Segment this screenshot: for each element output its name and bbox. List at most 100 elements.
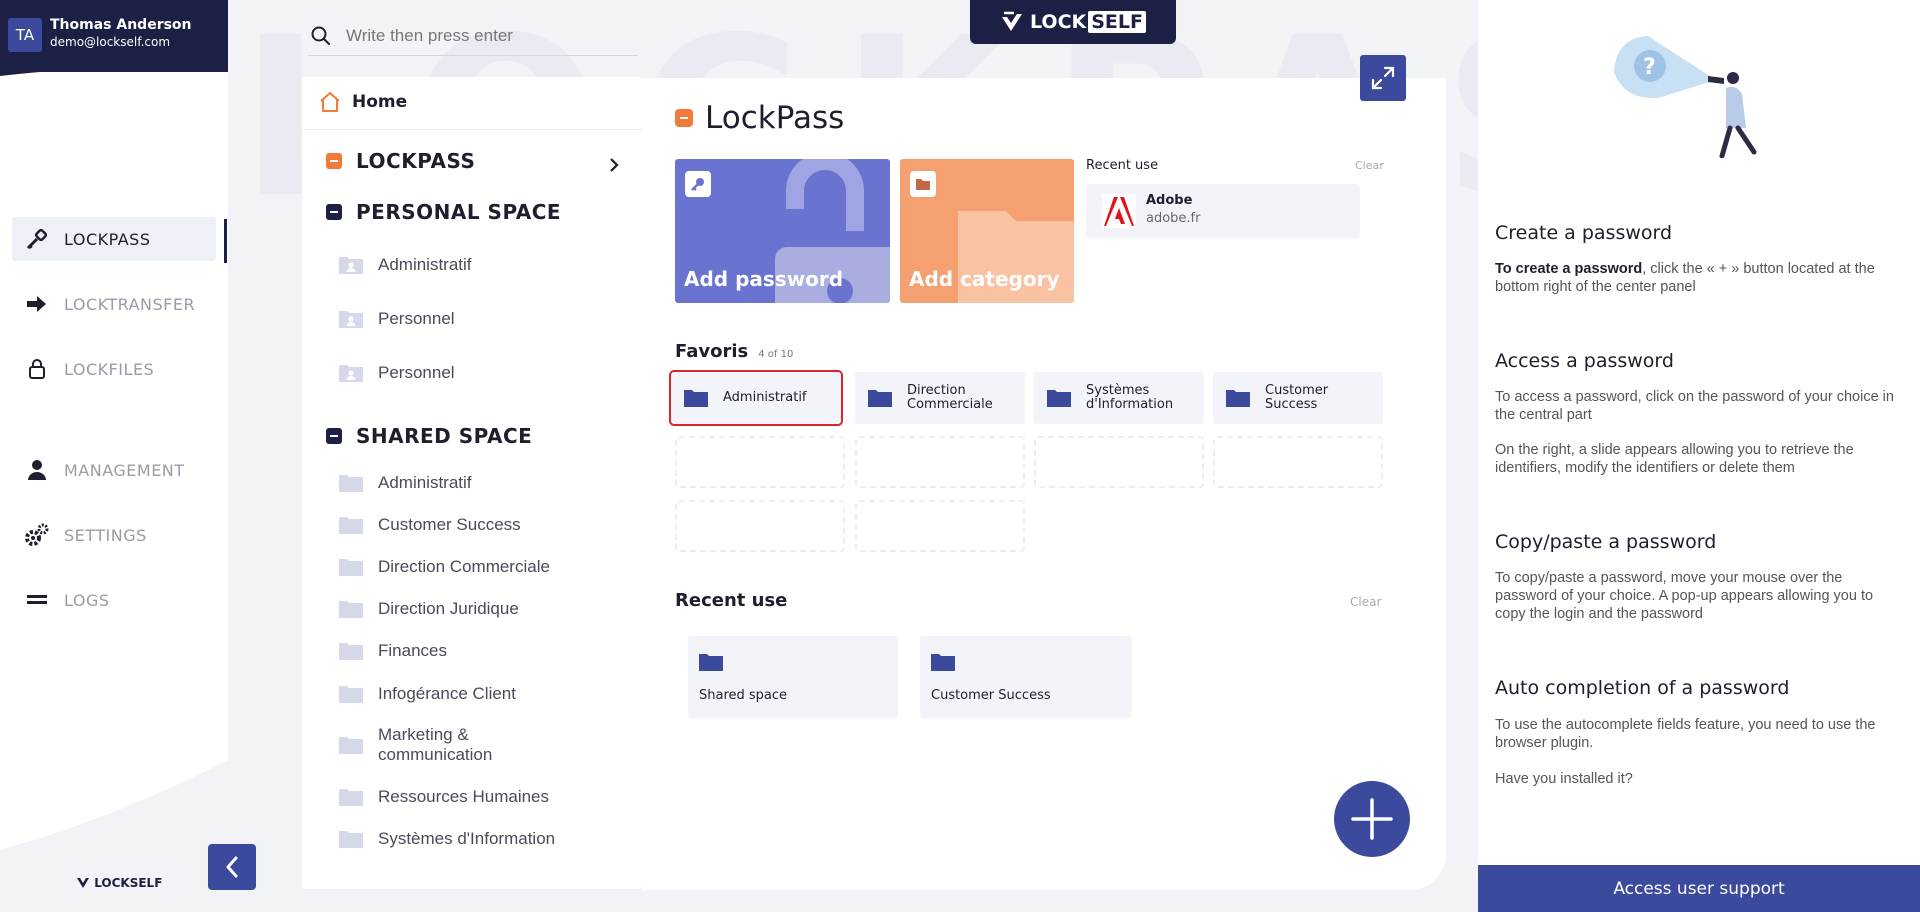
help-heading-access: Access a password xyxy=(1495,350,1674,372)
collapse-sidebar-button[interactable] xyxy=(208,844,256,890)
nav-item-label: LOCKTRANSFER xyxy=(64,294,196,314)
folder-icon xyxy=(339,789,363,806)
favorite-empty-slot xyxy=(855,436,1025,488)
recent-password-name: Adobe xyxy=(1146,193,1193,208)
nav-item-management[interactable]: MANAGEMENT xyxy=(12,448,216,492)
plus-icon xyxy=(1351,798,1393,840)
nav-item-label: LOCKPASS xyxy=(64,229,151,249)
folder-icon xyxy=(339,643,363,660)
recent-use-top-clear[interactable]: Clear xyxy=(1355,159,1384,172)
recent-item-shared-space[interactable]: Shared space xyxy=(688,636,898,718)
tree-item-shared-systemes-information[interactable]: Systèmes d'Information xyxy=(338,829,555,849)
favorite-item-administratif[interactable]: Administratif xyxy=(669,370,843,426)
chevron-left-icon xyxy=(226,856,238,878)
folder-icon xyxy=(684,390,708,407)
nav-active-indicator xyxy=(224,219,227,263)
recent-use-top-label: Recent use xyxy=(1086,158,1159,173)
access-user-support-button[interactable]: Access user support xyxy=(1478,865,1920,912)
folder-icon xyxy=(1226,390,1250,407)
help-text-autocomplete-2: Have you installed it? xyxy=(1495,771,1633,787)
tree-item-personal-personnel-2[interactable]: Personnel xyxy=(338,363,455,383)
tree-section-label: PERSONAL SPACE xyxy=(356,200,562,224)
favorites-heading: Favoris 4 of 10 xyxy=(675,341,794,362)
nav-item-settings[interactable]: SETTINGS xyxy=(12,513,216,557)
user-bar[interactable]: TA Thomas Anderson demo@lockself.com xyxy=(0,0,228,72)
folder-icon xyxy=(868,390,892,407)
search-bar xyxy=(308,16,638,56)
nav-item-logs[interactable]: LOGS xyxy=(12,578,216,622)
nav-item-label: LOGS xyxy=(64,590,110,610)
minus-badge-icon xyxy=(326,153,342,169)
tree-item-personal-personnel[interactable]: Personnel xyxy=(338,309,455,329)
help-illustration-icon: ? xyxy=(1614,36,1757,158)
user-name: Thomas Anderson xyxy=(50,17,192,33)
lock-icon xyxy=(24,357,50,381)
folder-icon xyxy=(339,737,363,754)
gears-icon xyxy=(24,523,50,547)
folder-icon xyxy=(931,654,955,671)
tree-item-personal-administratif[interactable]: Administratif xyxy=(338,255,472,275)
folder-icon xyxy=(339,686,363,703)
tree-section-label: LOCKPASS xyxy=(356,149,476,173)
tree-section-shared[interactable]: SHARED SPACE xyxy=(326,424,532,448)
tree-section-personal[interactable]: PERSONAL SPACE xyxy=(326,200,561,224)
tree-home[interactable]: Home xyxy=(318,90,407,114)
favorite-empty-slot xyxy=(675,436,845,488)
nav-item-locktransfer[interactable]: LOCKTRANSFER xyxy=(12,282,216,326)
help-text-access-2: On the right, a slide appears allowing y… xyxy=(1495,442,1854,476)
search-input[interactable] xyxy=(346,25,636,46)
nav-item-label: SETTINGS xyxy=(64,525,147,545)
tree-item-shared-infogerance-client[interactable]: Infogérance Client xyxy=(338,684,516,704)
avatar[interactable]: TA xyxy=(8,18,42,52)
folder-icon xyxy=(339,475,363,492)
recent-password-adobe[interactable]: Adobe adobe.fr xyxy=(1086,184,1360,238)
add-password-label: Add password xyxy=(684,267,844,291)
chevron-right-icon[interactable] xyxy=(608,157,620,173)
lockself-mark-icon xyxy=(1002,11,1022,31)
tree-home-label: Home xyxy=(352,92,408,112)
svg-text:?: ? xyxy=(1643,55,1656,80)
personal-folder-icon xyxy=(339,257,363,274)
tree-item-shared-customer-success[interactable]: Customer Success xyxy=(338,515,521,535)
tree-section-label: SHARED SPACE xyxy=(356,424,533,448)
left-navigation: TA Thomas Anderson demo@lockself.com LOC… xyxy=(0,0,228,912)
nav-item-lockpass[interactable]: LOCKPASS xyxy=(12,217,216,261)
add-button[interactable] xyxy=(1334,781,1410,857)
tree-item-shared-direction-commerciale[interactable]: Direction Commerciale xyxy=(338,557,550,577)
minus-badge-icon xyxy=(326,428,342,444)
tree-section-lockpass[interactable]: LOCKPASS xyxy=(326,149,475,173)
adobe-logo-icon xyxy=(1102,194,1136,228)
add-category-tile[interactable]: Add category xyxy=(900,159,1074,303)
tree-divider xyxy=(302,129,642,130)
favorite-item-direction-commerciale[interactable]: Direction Commerciale xyxy=(855,372,1025,424)
folder-icon xyxy=(339,601,363,618)
tree-item-shared-marketing[interactable]: Marketing & communication xyxy=(338,725,538,765)
header-wave-decoration xyxy=(0,66,228,76)
nav-item-label: LOCKFILES xyxy=(64,359,155,379)
minus-badge-icon xyxy=(675,109,693,127)
favorite-empty-slot xyxy=(855,500,1025,552)
key-icon xyxy=(24,227,50,251)
recent-use-clear[interactable]: Clear xyxy=(1350,595,1381,609)
tree-item-shared-administratif[interactable]: Administratif xyxy=(338,473,472,493)
expand-icon xyxy=(1371,66,1395,90)
favorite-item-systemes-information[interactable]: Systèmes d'Information xyxy=(1034,372,1204,424)
recent-use-heading: Recent use xyxy=(675,590,788,611)
help-heading-autocomplete: Auto completion of a password xyxy=(1495,677,1790,699)
help-text-copy: To copy/paste a password, move your mous… xyxy=(1495,570,1874,622)
help-heading-copy: Copy/paste a password xyxy=(1495,531,1717,553)
favorite-item-customer-success[interactable]: Customer Success xyxy=(1213,372,1383,424)
nav-item-label: MANAGEMENT xyxy=(64,460,185,480)
nav-item-lockfiles[interactable]: LOCKFILES xyxy=(12,347,216,391)
recent-password-url: adobe.fr xyxy=(1146,211,1201,226)
home-icon xyxy=(320,92,340,112)
recent-item-customer-success[interactable]: Customer Success xyxy=(920,636,1132,718)
folder-icon xyxy=(339,559,363,576)
arrow-right-icon xyxy=(24,292,50,316)
add-password-tile[interactable]: Add password xyxy=(675,159,890,303)
tree-item-shared-finances[interactable]: Finances xyxy=(338,641,447,661)
tree-item-shared-ressources-humaines[interactable]: Ressources Humaines xyxy=(338,787,549,807)
help-heading-create: Create a password xyxy=(1495,222,1673,244)
expand-button[interactable] xyxy=(1360,55,1406,101)
tree-item-shared-direction-juridique[interactable]: Direction Juridique xyxy=(338,599,519,619)
